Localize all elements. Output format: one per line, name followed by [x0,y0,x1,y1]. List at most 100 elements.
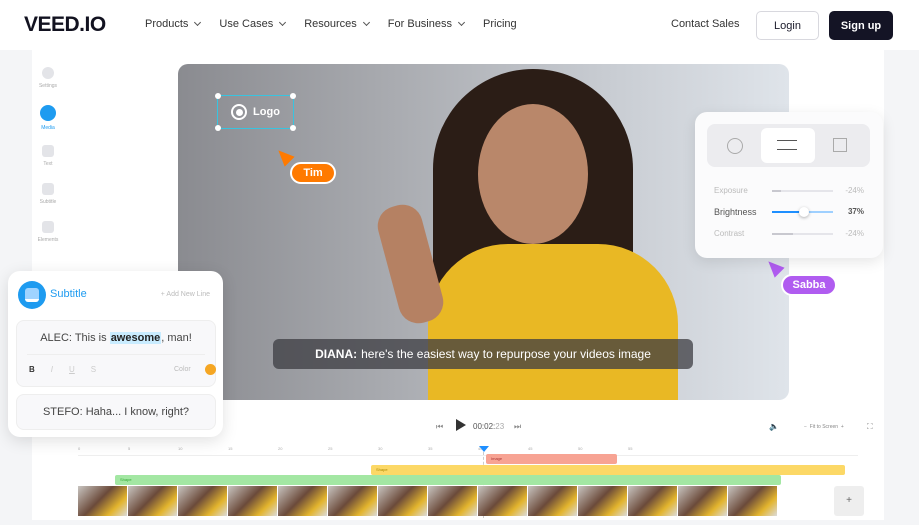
video-thumbnail [428,486,478,516]
video-thumbnail [378,486,428,516]
image-icon [40,105,56,121]
video-thumbnail [78,486,128,516]
video-thumbnail [278,486,328,516]
zoom-control[interactable]: − Fit to Screen + [804,424,844,430]
color-label: Color [174,366,191,373]
volume-icon[interactable]: 🔈 [769,422,779,431]
track-image[interactable]: Image [486,454,617,464]
track-shape[interactable]: Shape [115,475,781,485]
menu-for-business[interactable]: For Business [387,18,466,30]
menu-use-cases[interactable]: Use Cases [219,18,287,30]
top-nav: VEED.IO Products Use Cases Resources For… [0,0,919,50]
menu-resources[interactable]: Resources [304,18,370,30]
color-swatch[interactable] [205,364,216,375]
add-clip-button[interactable]: + [834,486,864,516]
playhead[interactable] [479,446,489,452]
crop-icon[interactable] [833,138,847,152]
ruler-tick: 20 [278,446,283,451]
ruler-tick: 50 [578,446,583,451]
signup-button[interactable]: Sign up [829,11,893,40]
sidebar-label: Elements [37,237,59,243]
color-icon[interactable] [727,138,743,154]
menu-label: For Business [387,18,452,30]
row-value: 37% [847,207,864,216]
menu-products[interactable]: Products [145,18,202,30]
row-label: Exposure [714,186,748,195]
menu-label: Resources [304,18,357,30]
skip-back-icon[interactable]: ⏮ [436,422,443,432]
video-thumbnail [328,486,378,516]
text-icon [42,145,54,157]
subtitle-line-2[interactable]: STEFO: Haha... I know, right? [16,394,216,430]
italic-button[interactable]: I [51,365,53,374]
subtitle-line-1[interactable]: ALEC: This is awesome, man! B I U S Colo… [16,320,216,387]
sidebar-item-subtitle[interactable]: Subtitle [32,183,64,205]
resize-handle[interactable] [290,125,296,131]
logo-ring-icon [231,104,248,120]
ruler-tick: 10 [178,446,183,451]
subtitle-line-text[interactable]: ALEC: This is awesome, man! [17,332,215,344]
row-value: -24% [845,186,864,195]
logo-label: Logo [253,106,280,118]
row-value: -24% [845,229,864,238]
login-button[interactable]: Login [756,11,819,40]
brightness-slider[interactable] [772,207,833,217]
ruler-tick: 0 [78,446,81,451]
brand-logo[interactable]: VEED.IO [24,13,106,37]
menu-label: Products [145,18,189,30]
collaborator-tag-sabba: Sabba [781,274,837,296]
strikethrough-button[interactable]: S [91,365,96,374]
chevron-down-icon [362,18,370,27]
logo-overlay[interactable]: Logo [215,93,296,131]
chevron-down-icon [194,18,202,27]
main-menu: Products Use Cases Resources For Busines… [145,18,536,30]
video-thumbnail [578,486,628,516]
video-caption[interactable]: DIANA: here's the easiest way to repurpos… [273,339,693,369]
elements-icon [42,221,54,233]
video-thumbnail [128,486,178,516]
timeline-ruler[interactable]: 0 5 10 15 20 25 30 35 40 45 50 55 [78,446,858,456]
sidebar-item-media[interactable]: Media [32,105,64,131]
exposure-slider[interactable] [772,190,833,192]
contrast-slider[interactable] [772,233,833,235]
sliders-icon[interactable] [761,128,815,163]
resize-handle[interactable] [215,125,221,131]
ruler-tick: 30 [378,446,383,451]
sidebar-item-text[interactable]: Text [32,145,64,167]
sidebar-label: Media [41,125,55,131]
video-thumbnails[interactable] [78,486,778,516]
resize-handle[interactable] [290,93,296,99]
sidebar-label: Subtitle [39,199,57,205]
sidebar-item-elements[interactable]: Elements [32,221,64,243]
time-display: 00:02:23 [473,422,505,431]
adjust-tabs [707,124,870,167]
add-new-line-button[interactable]: + Add New Line [161,291,210,298]
bold-button[interactable]: B [29,365,35,374]
track-shape[interactable]: Shape [371,465,845,475]
play-icon[interactable] [456,419,466,431]
ruler-tick: 5 [128,446,131,451]
gear-icon [42,67,54,79]
video-thumbnail [528,486,578,516]
row-label: Contrast [714,229,745,238]
ruler-tick: 25 [328,446,333,451]
ruler-tick: 45 [528,446,533,451]
video-thumbnail [728,486,778,516]
ruler-tick: 35 [428,446,433,451]
row-label: Brightness [714,207,757,217]
video-thumbnail [678,486,728,516]
skip-forward-icon[interactable]: ⏭ [514,422,521,432]
fullscreen-icon[interactable]: ⛶ [867,422,873,432]
menu-pricing[interactable]: Pricing [483,18,517,30]
menu-label: Use Cases [219,18,274,30]
sidebar-item-settings[interactable]: Settings [32,67,64,89]
ruler-tick: 15 [228,446,233,451]
subtitle-icon [42,183,54,195]
video-subject-body [428,244,678,400]
contact-sales-link[interactable]: Contact Sales [671,18,739,30]
chevron-down-icon [279,18,287,27]
video-subject-face [478,104,588,244]
underline-button[interactable]: U [69,365,75,374]
ruler-tick: 55 [628,446,633,451]
resize-handle[interactable] [215,93,221,99]
